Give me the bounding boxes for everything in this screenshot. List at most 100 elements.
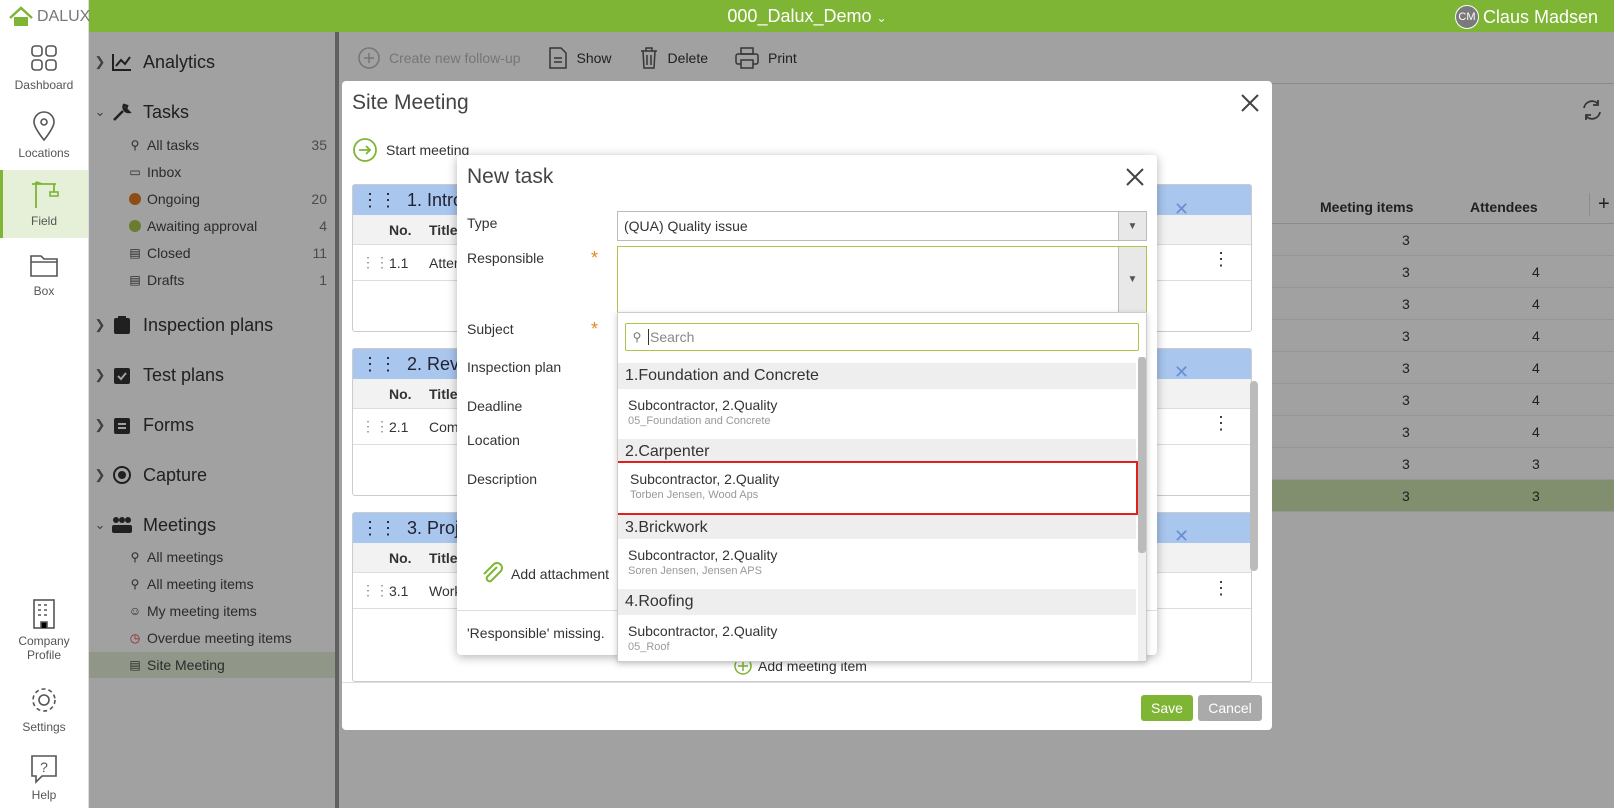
dalux-logo[interactable]: DALUX (8, 6, 90, 28)
add-attachment-label: Add attachment (511, 566, 610, 582)
cancel-button[interactable]: Cancel (1198, 695, 1262, 721)
drag-handle-icon[interactable]: ⋮⋮ (361, 354, 397, 375)
dashboard-icon (31, 45, 57, 71)
rail-label: Box (33, 284, 55, 298)
option-subtitle: 05_Roof (628, 641, 670, 653)
folder-icon (30, 255, 58, 277)
rail-label: Locations (18, 146, 70, 160)
option-item[interactable]: Subcontractor, 2.Quality 05_Roof (618, 615, 1136, 661)
paperclip-icon (483, 562, 503, 583)
drag-handle-icon[interactable]: ⋮⋮ (361, 418, 389, 435)
deadline-label: Deadline (467, 398, 523, 414)
option-item[interactable]: Subcontractor, 2.Quality Soren Jensen, Je… (618, 539, 1136, 589)
row-title: Com (429, 418, 459, 435)
description-label: Description (467, 471, 538, 487)
inspection-plan-label: Inspection plan (467, 359, 562, 375)
close-section-icon[interactable]: ✕ (1174, 526, 1189, 547)
type-value: (QUA) Quality issue (624, 218, 748, 234)
col-title: Title (429, 549, 458, 566)
row-no: 1.1 (389, 254, 409, 271)
house-logo-icon (9, 6, 33, 26)
rail-label: Help (31, 788, 57, 802)
crane-icon (32, 181, 59, 208)
search-placeholder: Search (648, 329, 695, 345)
arrow-circle-icon (353, 138, 377, 162)
top-bar: 000_Dalux_Demo ⌄ CM Claus Madsen (0, 0, 1614, 32)
option-title: Subcontractor, 2.Quality (628, 623, 778, 639)
option-item[interactable]: Subcontractor, 2.Quality 05_Foundation an… (618, 389, 1136, 439)
responsible-dropdown: ⚲ Search 1.Foundation and Concrete Subco… (617, 312, 1147, 662)
option-title: Subcontractor, 2.Quality (630, 471, 780, 487)
svg-text:?: ? (40, 759, 48, 775)
required-asterisk-icon: * (591, 248, 599, 268)
row-no: 2.1 (389, 418, 409, 435)
option-subtitle: Torben Jensen, Wood Aps (630, 489, 759, 501)
gear-icon (32, 688, 56, 712)
drag-handle-icon[interactable]: ⋮⋮ (361, 190, 397, 211)
option-item-highlighted[interactable]: Subcontractor, 2.Quality Torben Jensen, W… (618, 461, 1138, 515)
subject-label: Subject (467, 321, 514, 337)
start-meeting-label: Start meeting (386, 142, 470, 158)
rail-settings[interactable]: Settings (0, 684, 88, 734)
search-icon: ⚲ (632, 330, 642, 344)
project-selector[interactable]: 000_Dalux_Demo ⌄ (0, 6, 1614, 27)
left-rail: DALUX Dashboard Locations Field Box Comp… (0, 0, 90, 808)
drag-handle-icon[interactable]: ⋮⋮ (361, 582, 389, 599)
help-icon: ? (31, 755, 57, 784)
divider (342, 682, 1272, 683)
rail-help[interactable]: ? Help (0, 752, 88, 802)
user-name: Claus Madsen (1482, 6, 1598, 27)
chevron-down-icon: ⌄ (876, 11, 887, 25)
option-title: Subcontractor, 2.Quality (628, 547, 778, 563)
group-header: 1.Foundation and Concrete (618, 363, 1136, 389)
drag-handle-icon[interactable]: ⋮⋮ (361, 254, 389, 271)
project-name: 000_Dalux_Demo (727, 6, 872, 26)
add-attachment-button[interactable]: Add attachment (479, 561, 609, 587)
save-button[interactable]: Save (1141, 695, 1193, 721)
caret-down-icon[interactable]: ▼ (1118, 212, 1146, 240)
option-subtitle: 05_Foundation and Concrete (628, 415, 771, 427)
modal-title: New task (467, 165, 554, 188)
rail-company-profile[interactable]: Company Profile (0, 598, 88, 662)
avatar: CM (1454, 5, 1479, 29)
rail-field[interactable]: Field (0, 170, 88, 238)
rail-dashboard[interactable]: Dashboard (0, 42, 88, 92)
rail-locations[interactable]: Locations (0, 110, 88, 160)
type-select[interactable]: (QUA) Quality issue ▼ (617, 211, 1147, 241)
col-no: No. (389, 549, 412, 566)
user-menu[interactable]: CM Claus Madsen (1454, 5, 1598, 29)
row-no: 3.1 (389, 582, 409, 599)
building-icon (33, 599, 55, 629)
close-section-icon[interactable]: ✕ (1174, 362, 1189, 383)
scrollbar[interactable] (1138, 357, 1146, 553)
rail-box[interactable]: Box (0, 248, 88, 298)
rail-label: Settings (22, 720, 66, 734)
rail-label: Company Profile (18, 634, 70, 662)
col-no: No. (389, 221, 412, 238)
more-options-icon[interactable]: ⋮ (1212, 249, 1230, 270)
group-header: 4.Roofing (618, 589, 1136, 615)
validation-error: 'Responsible' missing. (467, 625, 605, 641)
rail-label: Dashboard (14, 78, 74, 92)
option-title: Subcontractor, 2.Quality (628, 397, 778, 413)
option-subtitle: Soren Jensen, Jensen APS (628, 565, 762, 577)
scrollbar[interactable] (1250, 381, 1258, 571)
location-label: Location (467, 432, 520, 448)
location-pin-icon (33, 111, 55, 142)
close-icon[interactable] (1238, 91, 1262, 115)
drag-handle-icon[interactable]: ⋮⋮ (361, 518, 397, 539)
more-options-icon[interactable]: ⋮ (1212, 578, 1230, 599)
start-meeting-button[interactable]: Start meeting (352, 137, 469, 163)
logo-text: DALUX (37, 8, 91, 25)
more-options-icon[interactable]: ⋮ (1212, 413, 1230, 434)
rail-label: Field (30, 214, 57, 228)
modal-title: Site Meeting (352, 91, 469, 114)
search-input[interactable]: ⚲ Search (625, 323, 1139, 351)
col-title: Title (429, 385, 458, 402)
close-section-icon[interactable]: ✕ (1174, 199, 1189, 220)
responsible-select[interactable]: ▼ (617, 246, 1147, 313)
required-asterisk-icon: * (591, 319, 599, 339)
group-header: 3.Brickwork (618, 515, 1136, 541)
close-icon[interactable] (1123, 165, 1147, 189)
caret-down-icon[interactable]: ▼ (1118, 247, 1146, 312)
